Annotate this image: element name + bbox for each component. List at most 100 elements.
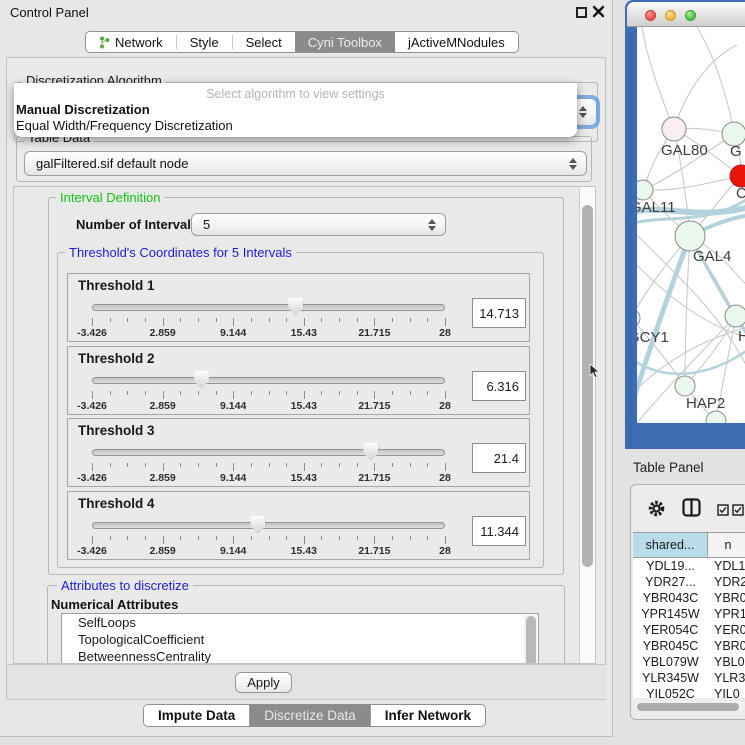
network-node[interactable]: [662, 117, 686, 141]
table-cell[interactable]: YBL0: [708, 654, 745, 670]
list-scrollbar[interactable]: [524, 615, 537, 664]
slider-track[interactable]: [92, 522, 445, 529]
table-cell[interactable]: YBR0: [708, 590, 745, 606]
tab-select[interactable]: Select: [233, 32, 295, 52]
slider-tick: [339, 463, 340, 467]
table-cell[interactable]: YBL079W: [633, 654, 708, 670]
split-view-icon[interactable]: [682, 498, 701, 522]
numerical-attributes-list[interactable]: SelfLoopsTopologicalCoefficientBetweenne…: [61, 613, 539, 664]
network-node[interactable]: [675, 376, 695, 396]
table-cell[interactable]: YLR3: [708, 670, 745, 686]
slider-tick-label: 28: [420, 400, 470, 412]
slider-tick: [216, 463, 217, 467]
network-node[interactable]: [730, 165, 745, 187]
table-cell[interactable]: YBR0: [708, 638, 745, 654]
slider-tick-label: 15.43: [279, 400, 329, 412]
threshold-value-field[interactable]: 6.316: [472, 371, 526, 401]
horizontal-scrollbar[interactable]: [635, 701, 745, 712]
threshold-value-field[interactable]: 14.713: [472, 298, 526, 328]
table-cell[interactable]: YIL052C: [633, 686, 708, 698]
table-row[interactable]: YDR27...YDR2: [633, 574, 745, 590]
tab-discretize-data[interactable]: Discretize Data: [249, 705, 370, 726]
tab-network[interactable]: Network: [86, 32, 176, 52]
network-canvas[interactable]: GAL80GCGAL11GAL4GCY1HHAP2: [637, 27, 745, 423]
attribute-list-item[interactable]: BetweennessCentrality: [62, 648, 538, 664]
network-node[interactable]: [637, 180, 653, 200]
table-row[interactable]: YIL052CYIL0: [633, 686, 745, 698]
table-row[interactable]: YDL19...YDL1: [633, 558, 745, 574]
slider-tick: [92, 391, 93, 399]
slider-tick: [233, 463, 234, 471]
slider-tick: [374, 536, 375, 544]
slider-track[interactable]: [92, 304, 445, 311]
dropdown-item[interactable]: Equal Width/Frequency Discretization: [16, 118, 233, 133]
float-window-icon[interactable]: [576, 7, 587, 18]
slider-tick: [233, 318, 234, 326]
column-header[interactable]: shared...: [633, 533, 708, 557]
intervals-combobox[interactable]: 5: [191, 213, 446, 236]
network-node[interactable]: [675, 221, 705, 251]
network-node[interactable]: [706, 411, 726, 423]
network-window-titlebar[interactable]: [627, 2, 745, 27]
slider-tick: [251, 318, 252, 322]
table-cell[interactable]: YIL0: [708, 686, 745, 698]
slider-tick: [321, 318, 322, 322]
slider-tick: [216, 391, 217, 395]
slider-tick: [427, 463, 428, 467]
scrollbar-thumb[interactable]: [637, 703, 739, 711]
dropdown-item[interactable]: Manual Discretization: [16, 102, 150, 117]
table-cell[interactable]: YPR145W: [633, 606, 708, 622]
table-cell[interactable]: YPR1: [708, 606, 745, 622]
attribute-list-item[interactable]: SelfLoops: [62, 614, 538, 631]
slider-tick: [163, 318, 164, 326]
gear-icon[interactable]: [647, 499, 666, 523]
table-cell[interactable]: YDR27...: [633, 574, 708, 590]
threshold-value-field[interactable]: 11.344: [472, 516, 526, 546]
scrollbar-thumb[interactable]: [582, 205, 593, 567]
column-header[interactable]: n: [708, 533, 745, 557]
vertical-scrollbar[interactable]: [579, 187, 595, 663]
network-node[interactable]: [637, 309, 640, 327]
slider-handle[interactable]: [288, 298, 303, 316]
tab-impute-data[interactable]: Impute Data: [144, 705, 249, 726]
attribute-list-item[interactable]: TopologicalCoefficient: [62, 631, 538, 648]
apply-button[interactable]: Apply: [235, 672, 292, 693]
table-cell[interactable]: YBR043C: [633, 590, 708, 606]
table-row[interactable]: YBR045CYBR0: [633, 638, 745, 654]
tab-jactivemnodules[interactable]: jActiveMNodules: [395, 32, 518, 52]
slider-handle[interactable]: [250, 516, 265, 534]
tab-style[interactable]: Style: [177, 32, 232, 52]
combo-value: galFiltered.sif default node: [36, 156, 188, 171]
table-data-combobox[interactable]: galFiltered.sif default node: [24, 151, 587, 176]
scrollbar-thumb[interactable]: [526, 616, 536, 664]
slider-handle[interactable]: [194, 371, 209, 389]
table-cell[interactable]: YER054C: [633, 622, 708, 638]
table-cell[interactable]: YDL1: [708, 558, 745, 574]
close-icon[interactable]: [592, 5, 605, 18]
network-node[interactable]: [725, 305, 745, 327]
table-row[interactable]: YLR345WYLR3: [633, 670, 745, 686]
slider-track[interactable]: [92, 377, 445, 384]
zoom-traffic-light-icon[interactable]: [685, 10, 696, 21]
checkbox-icon[interactable]: [732, 503, 744, 521]
slider-track[interactable]: [92, 449, 445, 456]
checkbox-icon[interactable]: [717, 503, 729, 521]
table-row[interactable]: YBL079WYBL0: [633, 654, 745, 670]
threshold-value-field[interactable]: 21.4: [472, 443, 526, 473]
tab-infer-network[interactable]: Infer Network: [370, 705, 485, 726]
tab-cyni-toolbox[interactable]: Cyni Toolbox: [295, 32, 395, 52]
threshold-label: Threshold 2: [78, 351, 155, 366]
table-cell[interactable]: YDL19...: [633, 558, 708, 574]
table-row[interactable]: YER054CYER0: [633, 622, 745, 638]
table-cell[interactable]: YBR045C: [633, 638, 708, 654]
slider-handle[interactable]: [363, 443, 378, 461]
table-row[interactable]: YBR043CYBR0: [633, 590, 745, 606]
mouse-cursor: [589, 363, 600, 384]
table-cell[interactable]: YLR345W: [633, 670, 708, 686]
minimize-traffic-light-icon[interactable]: [665, 10, 676, 21]
table-row[interactable]: YPR145WYPR1: [633, 606, 745, 622]
table-cell[interactable]: YER0: [708, 622, 745, 638]
close-traffic-light-icon[interactable]: [645, 10, 656, 21]
slider-tick: [374, 318, 375, 326]
table-cell[interactable]: YDR2: [708, 574, 745, 590]
